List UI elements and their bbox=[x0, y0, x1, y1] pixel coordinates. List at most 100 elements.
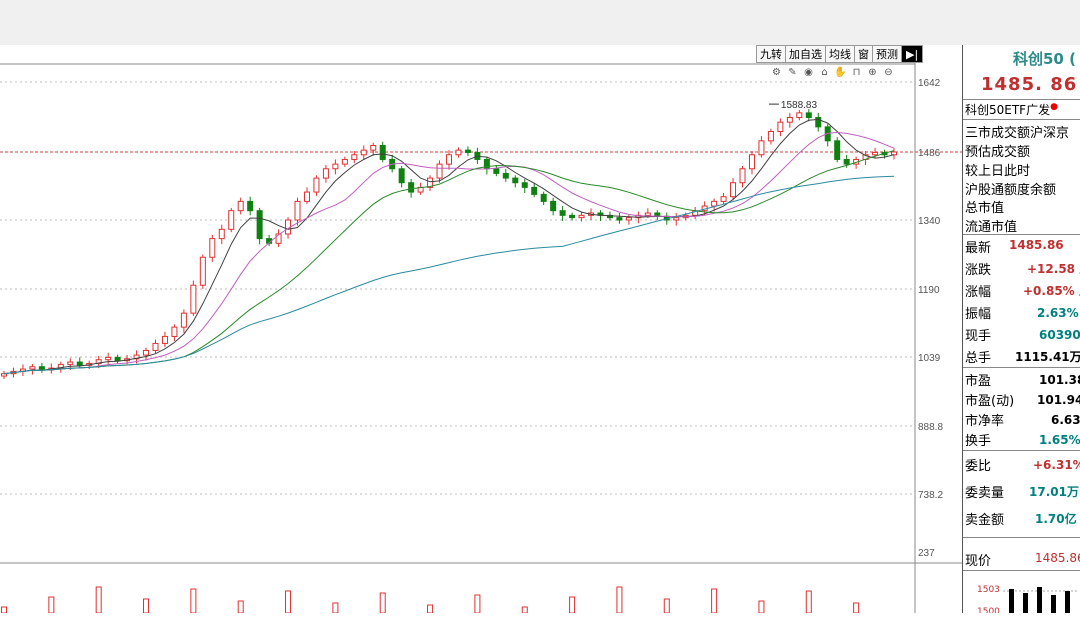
candle-body bbox=[152, 342, 159, 351]
price-tick-label: 738.2 bbox=[918, 490, 943, 501]
price-tick-label: 888.8 bbox=[918, 422, 943, 433]
divider bbox=[963, 234, 1080, 235]
valuation-row: 市盈101.38 上 bbox=[965, 373, 1080, 389]
valuation-row: 换手1.65% 上 bbox=[965, 433, 1080, 449]
candle-body bbox=[190, 284, 197, 314]
candle-body bbox=[341, 158, 348, 165]
candle-body bbox=[512, 177, 519, 184]
info-vs-yesterday: 较上日此时 bbox=[965, 164, 1031, 179]
info-market-cap: 总市值 bbox=[965, 201, 1005, 216]
moving-average-line bbox=[3, 175, 895, 375]
candle-body bbox=[758, 140, 765, 156]
volume-bar bbox=[143, 598, 150, 614]
quote-row: 振幅2.63% 上 bbox=[965, 306, 1080, 322]
hand-icon[interactable]: ✋ bbox=[834, 66, 847, 79]
candle-body bbox=[114, 356, 121, 362]
volume-bar bbox=[758, 600, 765, 614]
volume-bar bbox=[663, 598, 670, 614]
candle-body bbox=[313, 177, 320, 193]
moving-average-line bbox=[3, 131, 895, 375]
candle-body bbox=[67, 361, 74, 365]
divider bbox=[963, 450, 1080, 451]
candle-body bbox=[29, 366, 36, 370]
current-price-row: 现价 1485.86 bbox=[965, 551, 1080, 569]
divider bbox=[963, 537, 1080, 538]
candle-body bbox=[171, 326, 178, 337]
volume-bar bbox=[190, 588, 197, 614]
volume-bar bbox=[237, 600, 244, 614]
candle-body bbox=[436, 163, 443, 179]
candle-body bbox=[294, 200, 301, 221]
candle-body bbox=[673, 217, 680, 221]
mini-intraday-chart bbox=[1003, 587, 1079, 613]
order-row: 委比+6.31% 委 bbox=[965, 458, 1080, 474]
settings-icon[interactable]: ⚙ bbox=[770, 66, 783, 79]
candle-body bbox=[502, 172, 509, 179]
candle-body bbox=[834, 140, 841, 160]
pen-icon[interactable]: ✎ bbox=[786, 66, 799, 79]
candle-body bbox=[76, 361, 83, 366]
candle-body bbox=[720, 196, 727, 202]
quote-row: 现手60390 上 bbox=[965, 328, 1080, 344]
candle-body bbox=[739, 168, 746, 184]
volume-bar bbox=[616, 586, 623, 614]
kline-chart[interactable]: 1642 1486 1340 1190 1039 888.8 738.2 237 1588.83 bbox=[0, 45, 962, 614]
candle-body bbox=[891, 151, 897, 156]
volume-bar bbox=[427, 604, 434, 614]
candle-body bbox=[105, 356, 112, 361]
candle-body bbox=[748, 154, 755, 170]
candle-body bbox=[303, 191, 310, 202]
candle-body bbox=[379, 144, 386, 160]
divider bbox=[963, 119, 1080, 120]
candle-body bbox=[237, 200, 244, 212]
candle-body bbox=[493, 168, 500, 174]
candle-body bbox=[531, 186, 538, 195]
candle-body bbox=[322, 168, 329, 179]
eye-icon[interactable]: ◉ bbox=[802, 66, 815, 79]
volume-bar bbox=[853, 602, 860, 614]
candle-body bbox=[247, 200, 254, 212]
candle-body bbox=[730, 182, 737, 198]
quote-row: 涨幅+0.85% 上 bbox=[965, 284, 1080, 300]
candle-body bbox=[540, 193, 547, 202]
top-header-band bbox=[0, 0, 1080, 45]
candle-body bbox=[143, 349, 150, 356]
panel-title: 科创50 ( bbox=[1013, 50, 1076, 68]
tab-forecast[interactable]: 预测 bbox=[873, 45, 902, 63]
candle-body bbox=[1, 373, 7, 377]
tab-window[interactable]: 窗 bbox=[855, 45, 873, 63]
valuation-row: 市净率6.63 下 bbox=[965, 413, 1080, 429]
quote-panel: 科创50 ( 1485. 86 科创50ETF广发● 三市成交额沪深京 预估成交… bbox=[962, 45, 1080, 613]
lock2-icon[interactable]: ⊓ bbox=[850, 66, 863, 79]
candle-body bbox=[521, 182, 528, 188]
volume-bar bbox=[521, 606, 528, 614]
collapse-panel-button[interactable]: ▶| bbox=[902, 45, 924, 63]
candle-body bbox=[256, 210, 263, 240]
lock-icon[interactable]: ⌂ bbox=[818, 66, 831, 79]
candle-body bbox=[408, 182, 415, 193]
divider bbox=[963, 99, 1080, 100]
candle-body bbox=[209, 238, 216, 258]
quote-row: 最新 1485.86 bbox=[965, 238, 1064, 256]
volume-bar bbox=[805, 590, 812, 614]
tab-moving-average[interactable]: 均线 bbox=[826, 45, 855, 63]
security-name[interactable]: 科创50ETF广发● bbox=[965, 101, 1058, 118]
candle-body bbox=[161, 335, 168, 344]
mini-tick: 1500 bbox=[977, 607, 1000, 613]
candle-body bbox=[625, 217, 632, 221]
quote-row: 涨跌+12.58 上 bbox=[965, 262, 1080, 278]
kline-chart-area[interactable]: 1642 1486 1340 1190 1039 888.8 738.2 237 1588.83 bbox=[0, 45, 962, 614]
tab-jiuzhuan[interactable]: 九转 bbox=[756, 45, 786, 63]
volume-bar bbox=[332, 602, 339, 614]
candle-body bbox=[711, 200, 718, 207]
zoom-in-icon[interactable]: ⊕ bbox=[866, 66, 879, 79]
volume-bar bbox=[285, 590, 292, 614]
panel-price: 1485. 86 bbox=[981, 74, 1078, 95]
tab-add-watchlist[interactable]: 加自选 bbox=[786, 45, 826, 63]
quote-row: 总手1115.41万 上 bbox=[965, 350, 1080, 366]
candle-body bbox=[351, 154, 358, 160]
candle-body bbox=[360, 149, 367, 156]
zoom-out-icon[interactable]: ⊖ bbox=[882, 66, 895, 79]
candle-body bbox=[616, 217, 623, 221]
candle-body bbox=[398, 168, 405, 184]
